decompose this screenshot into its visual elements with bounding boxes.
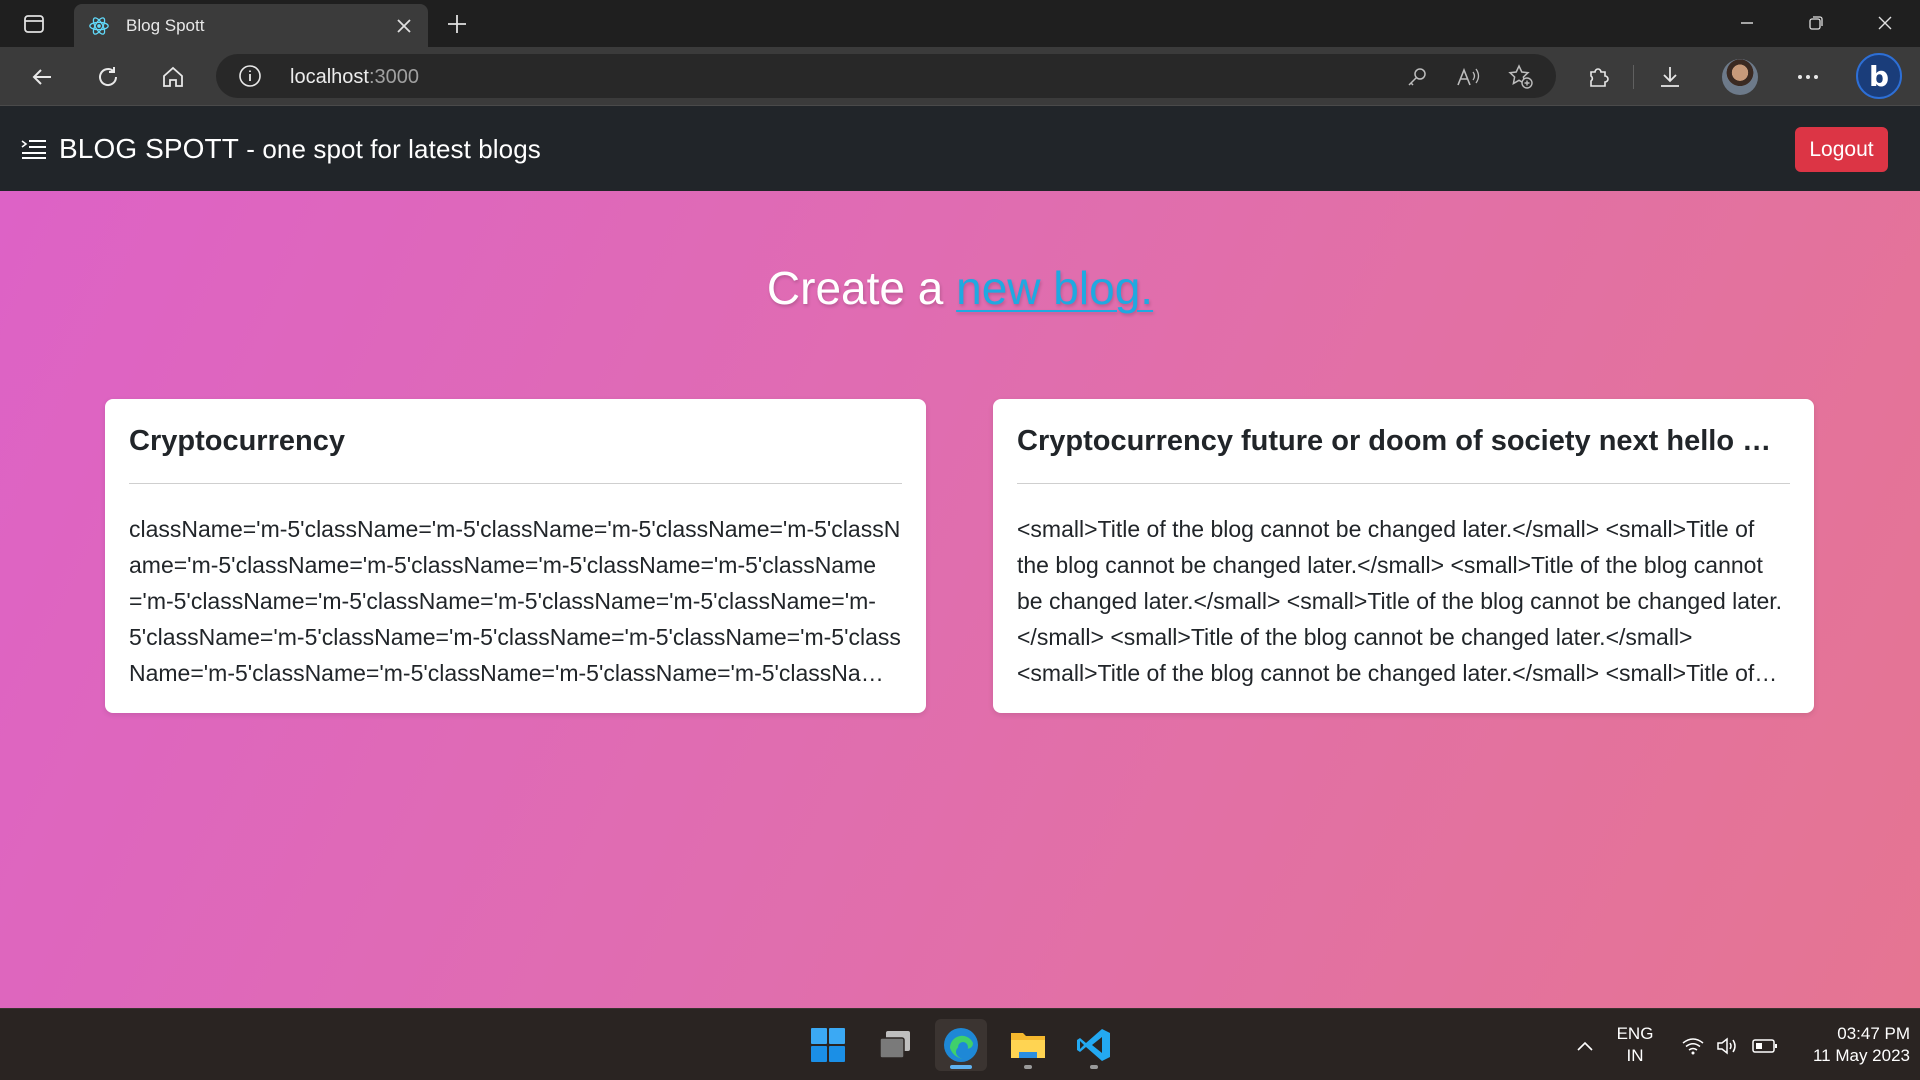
create-blog-heading: Create a new blog. (0, 261, 1920, 315)
tab-actions-button[interactable] (18, 10, 50, 38)
brand-name: BLOG SPOTT (59, 133, 239, 164)
restore-button[interactable] (1793, 6, 1839, 40)
taskbar-vscode[interactable] (1068, 1019, 1120, 1071)
blog-card[interactable]: Cryptocurrency future or doom of society… (993, 399, 1814, 713)
volume-icon[interactable] (1715, 1033, 1741, 1059)
blog-card-divider (129, 483, 902, 484)
address-url[interactable]: localhost:3000 (290, 66, 419, 89)
running-app-indicator (1024, 1065, 1032, 1069)
password-key-icon[interactable] (1404, 64, 1430, 90)
new-blog-link[interactable]: new blog. (956, 262, 1153, 314)
new-tab-button[interactable] (442, 9, 472, 39)
site-brand[interactable]: BLOG SPOTT - one spot for latest blogs (59, 133, 541, 165)
react-favicon-icon (89, 17, 109, 35)
refresh-button[interactable] (90, 59, 126, 95)
more-options-button[interactable] (1790, 59, 1826, 95)
blog-card-body: className='m-5'className='m-5'className=… (129, 516, 901, 686)
start-button[interactable] (802, 1019, 854, 1071)
home-button[interactable] (155, 59, 191, 95)
folder-icon (1011, 1033, 1045, 1058)
tab-close-button[interactable] (392, 14, 416, 38)
taskbar-edge[interactable] (935, 1019, 987, 1071)
browser-tab-strip: Blog Spott (0, 0, 1920, 47)
close-icon (397, 19, 411, 33)
clock-date: 11 May 2023 (1812, 1046, 1910, 1065)
windows-logo-icon (811, 1028, 845, 1062)
back-button[interactable] (24, 59, 60, 95)
task-view-button[interactable] (869, 1019, 921, 1071)
task-view-icon (879, 1031, 910, 1059)
blog-card-divider (1017, 483, 1790, 484)
logout-button[interactable]: Logout (1795, 127, 1888, 172)
taskbar-file-explorer[interactable] (1002, 1019, 1054, 1071)
plus-icon (448, 15, 466, 33)
read-aloud-icon[interactable] (1456, 64, 1482, 90)
add-favorite-icon[interactable] (1508, 64, 1534, 90)
minimize-button[interactable] (1724, 6, 1770, 40)
show-hidden-icons-button[interactable] (1572, 1033, 1598, 1059)
vscode-icon (1077, 1029, 1110, 1061)
tab-title: Blog Spott (126, 16, 205, 35)
language-code: ENG (1616, 1024, 1654, 1043)
restore-icon (1809, 16, 1823, 30)
chevron-up-icon (1577, 1041, 1593, 1051)
bing-logo-icon: b (1868, 59, 1890, 93)
toolbar-divider (1633, 65, 1634, 89)
url-host: localhost (290, 66, 369, 88)
downloads-button[interactable] (1652, 59, 1688, 95)
tab-actions-icon (24, 15, 44, 33)
browser-toolbar: localhost:3000 b (0, 47, 1920, 106)
hero-prefix: Create a (766, 262, 957, 314)
blog-card-title: Cryptocurrency (129, 425, 345, 457)
battery-icon[interactable] (1752, 1033, 1778, 1059)
brand-tagline: - one spot for latest blogs (238, 134, 541, 164)
page-content: Create a new blog. Cryptocurrency classN… (0, 191, 1920, 1008)
blog-card-body: <small>Title of the blog cannot be chang… (1017, 516, 1783, 686)
close-icon (1878, 16, 1892, 30)
address-bar[interactable]: localhost:3000 (216, 54, 1556, 98)
blog-card[interactable]: Cryptocurrency className='m-5'className=… (105, 399, 926, 713)
browser-tab-active[interactable]: Blog Spott (74, 4, 428, 47)
arrow-left-icon (32, 69, 51, 85)
input-language-indicator[interactable]: ENG IN (1614, 1023, 1656, 1067)
windows-taskbar: ENG IN 03:47 PM 11 May 2023 (0, 1008, 1920, 1080)
clock-time: 03:47 PM (1837, 1024, 1910, 1043)
ellipsis-icon (1798, 75, 1818, 79)
download-icon (1661, 67, 1679, 87)
blog-card-title: Cryptocurrency future or doom of society… (1017, 425, 1790, 457)
region-code: IN (1626, 1046, 1644, 1065)
window-close-button[interactable] (1862, 6, 1908, 40)
extensions-button[interactable] (1581, 59, 1617, 95)
running-app-indicator (1090, 1065, 1098, 1069)
bing-copilot-button[interactable]: b (1856, 53, 1902, 99)
refresh-icon (99, 67, 118, 86)
taskbar-clock[interactable]: 03:47 PM 11 May 2023 (1786, 1023, 1910, 1067)
wifi-icon[interactable] (1680, 1033, 1706, 1059)
minimize-icon (1741, 22, 1753, 24)
edge-browser-icon (944, 1028, 978, 1062)
info-icon[interactable] (238, 64, 262, 88)
active-app-indicator (950, 1065, 972, 1069)
home-icon (163, 66, 183, 87)
site-navbar: BLOG SPOTT - one spot for latest blogs L… (0, 106, 1920, 191)
menu-icon[interactable] (20, 138, 48, 160)
url-port: :3000 (368, 66, 419, 88)
profile-avatar[interactable] (1722, 59, 1758, 95)
puzzle-icon (1590, 68, 1609, 87)
